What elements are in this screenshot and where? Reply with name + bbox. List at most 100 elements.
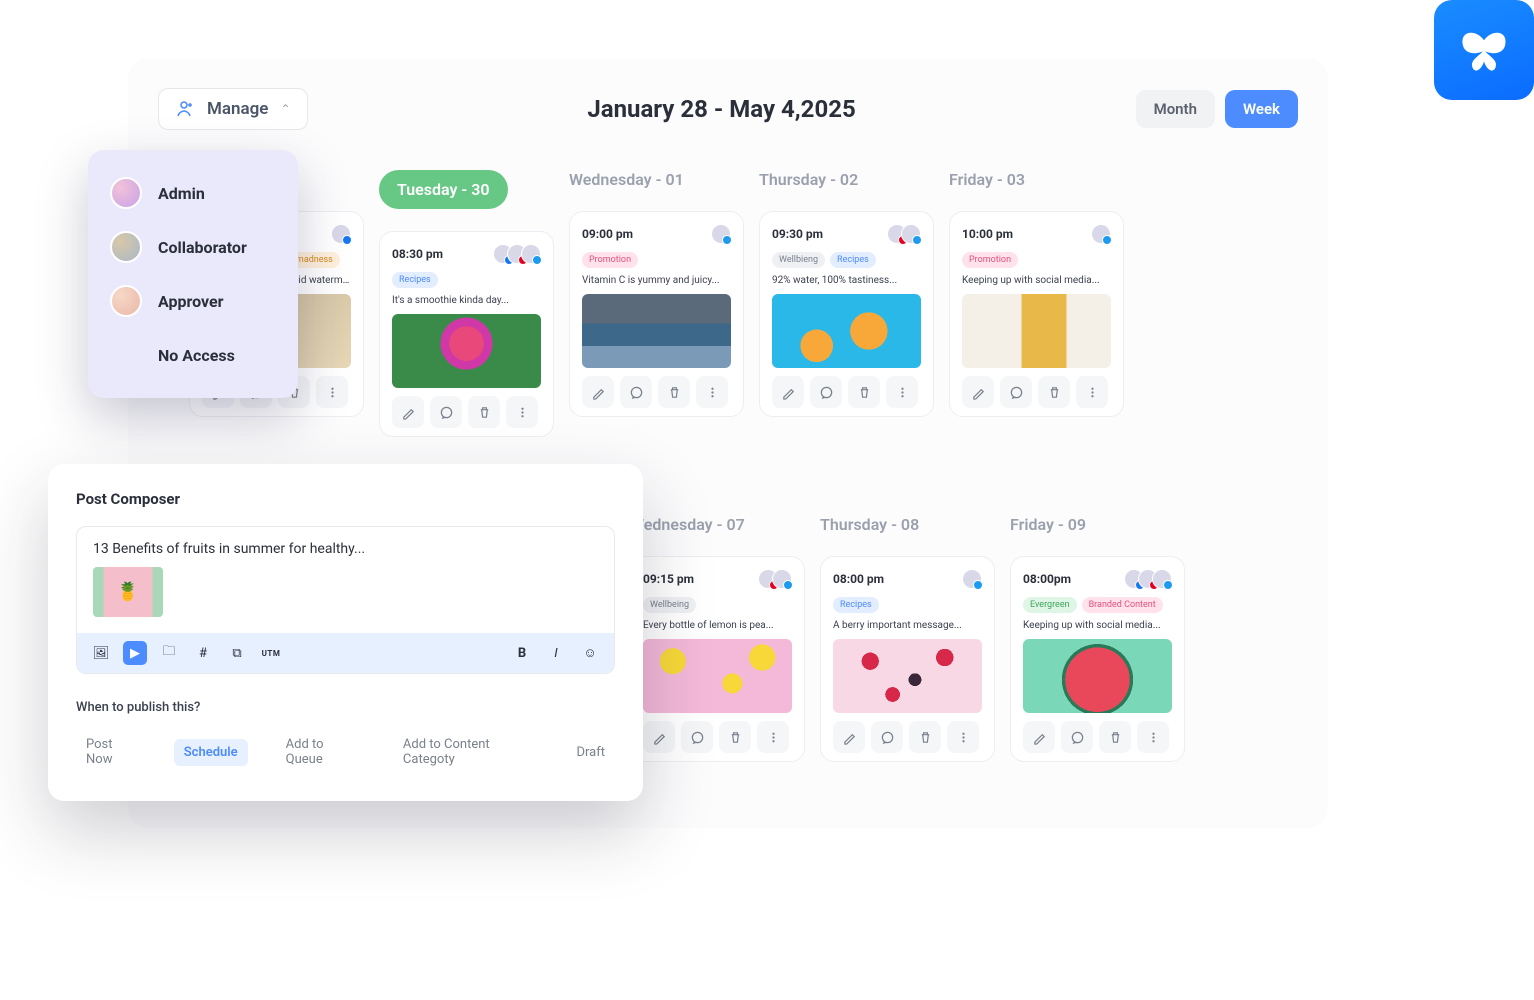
day-header-active: Tuesday - 30 [379,170,508,209]
post-card[interactable]: 09:15 pm Wellbeing Every bottle of lemon… [630,556,805,762]
comment-icon[interactable] [681,721,713,753]
avatar [110,231,142,263]
card-avatars [758,569,792,589]
video-icon[interactable]: ▶ [123,641,147,665]
more-icon[interactable] [1076,376,1108,408]
folder-icon[interactable]: 🗀 [157,641,181,665]
comment-icon[interactable] [810,376,842,408]
publish-options: Post Now Schedule Add to Queue Add to Co… [76,731,615,773]
post-card[interactable]: 09:00 pm Promotion Vitamin C is yummy an… [569,211,744,417]
day-header: Friday - 03 [949,170,1025,189]
card-text: Keeping up with social media... [1023,620,1172,631]
card-time: 09:15 pm [643,572,694,586]
compose-textarea[interactable]: 13 Benefits of fruits in summer for heal… [77,527,614,567]
link-icon[interactable]: ⧉ [225,641,249,665]
day-header: Thursday - 08 [820,515,995,534]
edit-icon[interactable] [833,721,865,753]
card-avatars [711,224,731,244]
card-time: 08:00 pm [833,572,884,586]
card-time: 08:30 pm [392,247,443,261]
comment-icon[interactable] [430,396,462,428]
card-text: It's a smoothie kinda day... [392,295,541,306]
role-admin[interactable]: Admin [88,166,298,220]
card-image [772,294,921,368]
trash-icon[interactable] [719,721,751,753]
utm-button[interactable]: UTM [259,641,283,665]
card-text: A berry important message... [833,620,982,631]
tag: Branded Content [1082,597,1163,613]
edit-icon[interactable] [962,376,994,408]
edit-icon[interactable] [1023,721,1055,753]
emoji-icon[interactable]: ☺ [578,641,602,665]
trash-icon[interactable] [1038,376,1070,408]
more-icon[interactable] [757,721,789,753]
edit-icon[interactable] [772,376,804,408]
role-collaborator[interactable]: Collaborator [88,220,298,274]
card-time: 08:00pm [1023,572,1071,586]
more-icon[interactable] [316,376,348,408]
view-toggle: Month Week [1136,90,1298,128]
card-avatars [962,569,982,589]
date-range-title: January 28 - May 4,2025 [587,95,855,123]
trash-icon[interactable] [1099,721,1131,753]
role-noaccess[interactable]: No Access [88,328,298,382]
card-image [392,314,541,388]
manage-label: Manage [207,99,268,119]
card-text: Vitamin C is yummy and juicy... [582,275,731,286]
comment-icon[interactable] [1061,721,1093,753]
post-card[interactable]: 10:00 pm Promotion Keeping up with socia… [949,211,1124,417]
more-icon[interactable] [886,376,918,408]
butterfly-badge[interactable] [1434,0,1534,100]
comment-icon[interactable] [871,721,903,753]
post-card[interactable]: 08:00 pm Recipes A berry important messa… [820,556,995,762]
week-button[interactable]: Week [1225,90,1298,128]
comment-icon[interactable] [1000,376,1032,408]
image-icon[interactable]: 🖼 [89,641,113,665]
media-thumbnail[interactable] [93,567,163,617]
edit-icon[interactable] [582,376,614,408]
when-label: When to publish this? [76,700,615,715]
trash-icon[interactable] [909,721,941,753]
post-card[interactable]: 09:30 pm WellbiengRecipes 92% water, 100… [759,211,934,417]
opt-schedule[interactable]: Schedule [174,739,248,766]
tag: Recipes [830,252,876,268]
card-image [643,639,792,713]
edit-icon[interactable] [392,396,424,428]
comment-icon[interactable] [620,376,652,408]
manage-button[interactable]: Manage ⌃ [158,88,308,130]
opt-post-now[interactable]: Post Now [76,731,146,773]
role-label: No Access [158,346,235,365]
more-icon[interactable] [1137,721,1169,753]
opt-queue[interactable]: Add to Queue [276,731,365,773]
tag: Evergreen [1023,597,1077,613]
day-col-fri: Friday - 03 10:00 pm Promotion Keeping u… [949,170,1124,457]
week-row-1: Monday - 29 08:15 pm PromotionCitrus mad… [158,170,1298,457]
opt-draft[interactable]: Draft [566,739,615,766]
more-icon[interactable] [506,396,538,428]
bold-icon[interactable]: B [510,641,534,665]
trash-icon[interactable] [658,376,690,408]
edit-icon[interactable] [643,721,675,753]
month-button[interactable]: Month [1136,90,1215,128]
card-avatars [493,244,541,264]
more-icon[interactable] [947,721,979,753]
day-col-fri2: Friday - 09 08:00pm EvergreenBranded Con… [1010,487,1185,782]
more-icon[interactable] [696,376,728,408]
tag: Promotion [582,252,638,268]
trash-icon[interactable] [468,396,500,428]
post-card[interactable]: 08:00pm Evergreen Branded Content Keeping… [1010,556,1185,762]
role-label: Admin [158,184,205,203]
card-text: Every bottle of lemon is pea... [643,620,792,631]
hashtag-icon[interactable]: # [191,641,215,665]
italic-icon[interactable]: I [544,641,568,665]
post-card[interactable]: 08:30 pm Recipes It's a smoothie kinda d… [379,231,554,437]
role-approver[interactable]: Approver [88,274,298,328]
tag: Promotion [962,252,1018,268]
tag: Wellbieng [772,252,825,268]
card-time: 09:30 pm [772,227,823,241]
day-col-wed2b: Wednesday - 07 09:15 pm Wellbeing Every … [630,487,805,782]
opt-category[interactable]: Add to Content Categoty [393,731,539,773]
trash-icon[interactable] [848,376,880,408]
compose-toolbar: 🖼 ▶ 🗀 # ⧉ UTM B I ☺ [77,633,614,673]
day-header: Wednesday - 01 [569,170,684,189]
